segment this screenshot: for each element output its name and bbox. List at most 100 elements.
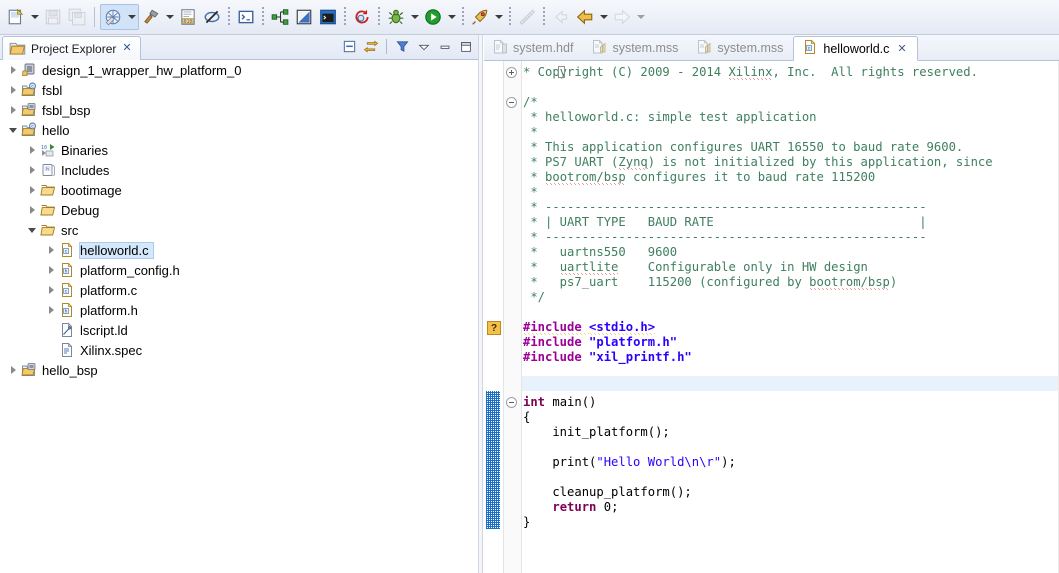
chevron-right-icon[interactable] (25, 140, 39, 160)
tree-item-hello-bsp[interactable]: hello_bsp (0, 360, 478, 380)
chevron-down-icon[interactable] (28, 4, 41, 30)
code-text-area[interactable]: * Copyright (C) 2009 - 2014 Xilinx, Inc.… (522, 61, 1059, 573)
chevron-right-icon[interactable] (6, 80, 20, 100)
hammer-icon[interactable] (139, 4, 163, 30)
link-editor-icon[interactable] (361, 37, 380, 56)
new-wizard-button[interactable] (4, 4, 41, 30)
tree-item-xilinx-spec[interactable]: Xilinx.spec (0, 340, 478, 360)
chevron-right-icon[interactable] (6, 60, 20, 80)
save-all-icon[interactable] (65, 4, 89, 30)
tree-item-helloworld-c[interactable]: c helloworld.c (0, 240, 478, 260)
save-all-button[interactable] (65, 4, 89, 30)
tree-item-binaries[interactable]: 10 Binaries (0, 140, 478, 160)
fold-expand-icon[interactable] (506, 67, 517, 78)
new-file-icon[interactable] (4, 4, 28, 30)
annotation-ruler[interactable]: ? (484, 61, 504, 573)
folding-ruler[interactable] (504, 61, 522, 573)
tree-item-debug[interactable]: Debug (0, 200, 478, 220)
run-green-icon[interactable] (421, 4, 445, 30)
chevron-right-icon[interactable] (44, 240, 58, 260)
editor-tab-system-hdf[interactable]: system.hdf (484, 36, 583, 60)
close-icon[interactable]: ✕ (122, 43, 131, 54)
tree-item-platform-h[interactable]: h platform.h (0, 300, 478, 320)
fpga-chip-icon[interactable] (268, 4, 292, 30)
editor-tab-helloworld-c-active[interactable]: c helloworld.c ✕ (793, 36, 918, 61)
program-fpga-button[interactable] (268, 4, 292, 30)
launch-shell-button[interactable] (316, 4, 340, 30)
filter-funnel-icon[interactable] (393, 37, 412, 56)
run-button[interactable] (421, 4, 458, 30)
ruler-tool-button[interactable] (515, 4, 539, 30)
build-all-icon[interactable] (101, 4, 125, 30)
collapse-all-button[interactable] (340, 37, 359, 56)
xsct-console-button[interactable] (234, 4, 258, 30)
reset-system-button[interactable] (350, 4, 374, 30)
fold-collapse-icon[interactable] (506, 97, 517, 108)
flash-program-icon[interactable] (292, 4, 316, 30)
chevron-right-icon[interactable] (25, 160, 39, 180)
chevron-right-icon[interactable] (6, 360, 20, 380)
back-arrow-icon[interactable] (573, 4, 597, 30)
build-all-button[interactable] (100, 4, 139, 30)
tree-item-hello[interactable]: c hello (0, 120, 478, 140)
chevron-down-icon[interactable] (125, 4, 138, 30)
chevron-right-icon[interactable] (44, 260, 58, 280)
panel-sash[interactable] (478, 35, 483, 573)
chevron-right-icon[interactable] (25, 180, 39, 200)
chevron-down-icon[interactable] (25, 220, 39, 240)
editor-tab-system-mss[interactable]: system.mss (688, 36, 793, 60)
forward-arrow-icon[interactable] (610, 4, 634, 30)
maximize-view-button[interactable] (456, 37, 475, 56)
chevron-down-icon[interactable] (492, 4, 505, 30)
back-arrow-grey-icon[interactable] (549, 4, 573, 30)
chevron-down-icon[interactable] (6, 120, 20, 140)
forward-button[interactable] (610, 4, 647, 30)
chevron-down-icon[interactable] (408, 4, 421, 30)
chevron-down-icon[interactable] (634, 4, 647, 30)
rocket-icon[interactable] (468, 4, 492, 30)
chevron-down-icon[interactable] (163, 4, 176, 30)
terminal-prompt-icon[interactable] (234, 4, 258, 30)
chevron-right-icon[interactable] (6, 100, 20, 120)
chevron-down-icon[interactable] (445, 4, 458, 30)
previous-annotation-button[interactable] (549, 4, 573, 30)
view-menu-button[interactable] (414, 37, 433, 56)
back-button[interactable] (573, 4, 610, 30)
tree-item-platform-c[interactable]: c platform.c (0, 280, 478, 300)
tree-item-design-1-wrapper-hw-platform-0[interactable]: design_1_wrapper_hw_platform_0 (0, 60, 478, 80)
source-editor[interactable]: ? * Copyright (C) 2009 - 2014 Xilinx, In… (484, 61, 1059, 573)
chevron-right-icon[interactable] (44, 300, 58, 320)
tree-item-fsbl[interactable]: c fsbl (0, 80, 478, 100)
binary-010-icon[interactable]: 010 (176, 4, 200, 30)
tree-item-src[interactable]: src (0, 220, 478, 240)
tab-project-explorer[interactable]: Project Explorer ✕ (2, 36, 141, 60)
external-tools-button[interactable] (468, 4, 505, 30)
ruler-icon[interactable] (515, 4, 539, 30)
save-button[interactable] (41, 4, 65, 30)
tree-item-fsbl-bsp[interactable]: fsbl_bsp (0, 100, 478, 120)
disconnect-button[interactable] (200, 4, 224, 30)
close-icon[interactable]: ✕ (897, 42, 906, 55)
tree-item-bootimage[interactable]: bootimage (0, 180, 478, 200)
chevron-down-icon[interactable] (597, 4, 610, 30)
warning-marker-icon[interactable]: ? (487, 321, 501, 335)
tree-item-platform-config-h[interactable]: h platform_config.h (0, 260, 478, 280)
project-tree[interactable]: design_1_wrapper_hw_platform_0 c fsbl fsbl_… (0, 60, 478, 573)
save-icon[interactable] (41, 4, 65, 30)
program-flash-button[interactable] (292, 4, 316, 30)
reset-circle-icon[interactable] (350, 4, 374, 30)
project-explorer-toolbar (340, 37, 475, 56)
disconnect-icon[interactable] (200, 4, 224, 30)
hex-editor-button[interactable]: 010 (176, 4, 200, 30)
fold-collapse-icon[interactable] (506, 397, 517, 408)
chevron-right-icon[interactable] (44, 280, 58, 300)
minimize-view-button[interactable] (435, 37, 454, 56)
bug-icon[interactable] (384, 4, 408, 30)
editor-tab-system-mss[interactable]: system.mss (583, 36, 688, 60)
shell-window-icon[interactable] (316, 4, 340, 30)
debug-button[interactable] (384, 4, 421, 30)
tree-item-lscript-ld[interactable]: lscript.ld (0, 320, 478, 340)
chevron-right-icon[interactable] (25, 200, 39, 220)
build-button[interactable] (139, 4, 176, 30)
tree-item-includes[interactable]: h Includes (0, 160, 478, 180)
